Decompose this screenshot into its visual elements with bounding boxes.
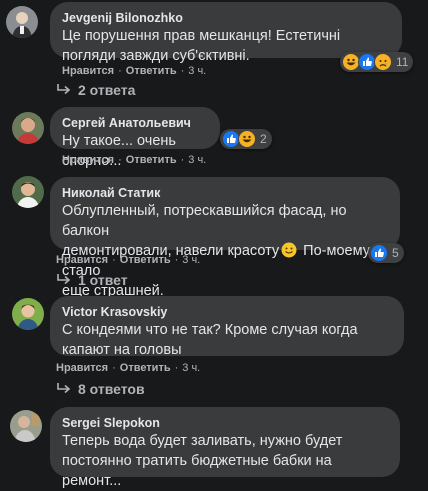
comment-author[interactable]: Сергей Анатольевич: [62, 115, 208, 131]
reply-link[interactable]: Ответить: [120, 254, 171, 266]
comment-bubble: Николай Статик Облупленный, потрескавший…: [50, 177, 400, 299]
avatar[interactable]: [12, 298, 44, 330]
laugh-icon: [238, 130, 256, 148]
comment-author[interactable]: Victor Krasovskiy: [62, 304, 392, 320]
avatar[interactable]: [12, 176, 44, 208]
comment-time[interactable]: 3 ч.: [182, 254, 200, 266]
reply-arrow-icon: [57, 274, 71, 285]
comment-bubble: Сергей Анатольевич Ну такое... очень спо…: [50, 107, 220, 169]
reaction-count: 11: [396, 55, 409, 69]
like-link[interactable]: Нравится: [56, 254, 108, 266]
replies-count-label: 8 ответов: [78, 381, 145, 397]
reply-link[interactable]: Ответить: [126, 65, 177, 77]
reaction-summary[interactable]: 11: [340, 52, 414, 72]
replies-count-label: 1 ответ: [78, 272, 128, 288]
reaction-summary[interactable]: 5: [368, 243, 404, 263]
view-replies-button[interactable]: 2 ответа: [56, 82, 135, 98]
like-link[interactable]: Нравится: [62, 154, 114, 166]
comment-actions: Нравится · Ответить · 3 ч.: [62, 65, 207, 77]
view-replies-button[interactable]: 8 ответов: [56, 381, 145, 397]
comment-bubble: Jevgenij Bilonozhko Це порушення прав ме…: [50, 2, 402, 64]
reply-link[interactable]: Ответить: [126, 154, 177, 166]
reaction-count: 5: [392, 246, 399, 260]
avatar[interactable]: [6, 6, 38, 38]
comment-bubble: Sergei Slepokon Теперь вода будет залива…: [50, 407, 400, 489]
comment-time[interactable]: 3 ч.: [188, 65, 206, 77]
comment-actions: Нравится · Ответить · 3 ч.: [56, 254, 201, 266]
replies-count-label: 2 ответа: [78, 82, 136, 98]
comment-author[interactable]: Jevgenij Bilonozhko: [62, 10, 390, 26]
reply-arrow-icon: [57, 84, 71, 95]
avatar[interactable]: [12, 112, 44, 144]
comment-text: С кондеями что не так? Кроме случая когд…: [62, 322, 358, 358]
comment-text: Теперь вода будет заливать, нужно будет …: [62, 433, 343, 489]
comment-text-line: Облупленный, потрескавшийся фасад, но ба…: [62, 203, 347, 239]
comment-bubble: Victor Krasovskiy С кондеями что не так?…: [50, 296, 404, 358]
like-link[interactable]: Нравится: [56, 362, 108, 374]
view-replies-button[interactable]: 1 ответ: [56, 272, 128, 288]
like-link[interactable]: Нравится: [62, 65, 114, 77]
comment-time[interactable]: 3 ч.: [182, 362, 200, 374]
comment-time[interactable]: 3 ч.: [188, 154, 206, 166]
avatar[interactable]: [10, 410, 42, 442]
comment-actions: Нравится · Ответить · 3 ч.: [62, 154, 207, 166]
reaction-count: 2: [260, 132, 267, 146]
smile-emoji-icon: [281, 242, 297, 258]
reply-arrow-icon: [57, 383, 71, 394]
like-icon: [370, 244, 388, 262]
comment-author[interactable]: Николай Статик: [62, 185, 388, 201]
reply-link[interactable]: Ответить: [120, 362, 171, 374]
reaction-summary[interactable]: 2: [220, 129, 272, 149]
sad-icon: [374, 53, 392, 71]
comment-actions: Нравится · Ответить · 3 ч.: [56, 362, 201, 374]
comment-author[interactable]: Sergei Slepokon: [62, 415, 388, 431]
